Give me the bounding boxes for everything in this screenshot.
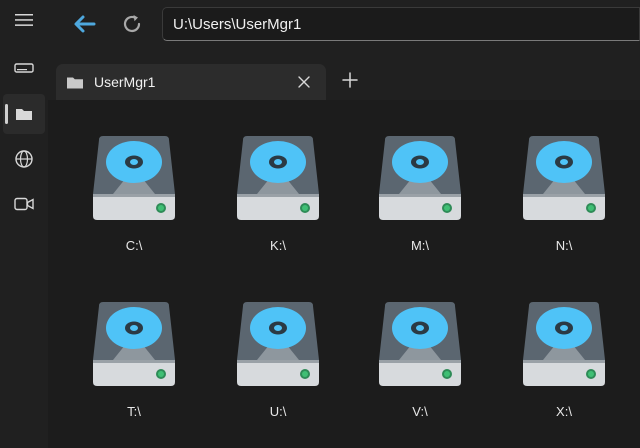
address-text: U:\Users\UserMgr1 [173, 15, 302, 33]
hard-drive-icon [379, 302, 461, 386]
hard-drive-icon [523, 136, 605, 220]
address-bar[interactable]: U:\Users\UserMgr1 [162, 7, 640, 41]
toolbar: U:\Users\UserMgr1 [48, 0, 640, 56]
refresh-button[interactable] [116, 8, 148, 40]
plus-icon[interactable] [340, 70, 360, 90]
drive-label: T:\ [127, 404, 141, 419]
drive-label: C:\ [125, 238, 143, 253]
hard-drive-icon [237, 302, 319, 386]
drive-tile[interactable]: X:\ [514, 300, 614, 440]
tab-label: UserMgr1 [94, 74, 156, 90]
hard-drive-icon [93, 302, 175, 386]
tab-usermgr1[interactable]: UserMgr1 [56, 64, 326, 100]
hard-drive-icon [523, 302, 605, 386]
refresh-icon [123, 15, 141, 33]
drive-tile[interactable]: M:\ [370, 134, 470, 274]
hard-drive-icon [93, 136, 175, 220]
drive-grid: C:\ K:\ M:\ N:\ T:\ U:\ V:\ X:\ [48, 100, 640, 448]
drive-label: V:\ [412, 404, 428, 419]
drive-label: U:\ [269, 404, 287, 419]
folder-icon [16, 109, 32, 120]
close-icon[interactable] [296, 74, 312, 90]
drive-tile[interactable]: V:\ [370, 300, 470, 440]
hamburger-menu-icon [15, 14, 33, 26]
drive-label: X:\ [556, 404, 572, 419]
hard-drive-icon [237, 136, 319, 220]
drive-icon [14, 63, 34, 73]
drive-label: K:\ [270, 238, 286, 253]
sidebar-item-video[interactable] [0, 184, 48, 224]
sidebar-item-files[interactable] [3, 94, 45, 134]
folder-icon [67, 77, 83, 88]
hard-drive-icon [379, 136, 461, 220]
drive-label: N:\ [555, 238, 573, 253]
drive-label: M:\ [410, 238, 430, 253]
sidebar-item-network[interactable] [0, 139, 48, 179]
drive-tile[interactable]: U:\ [228, 300, 328, 440]
back-button[interactable] [68, 8, 100, 40]
drive-tile[interactable]: T:\ [84, 300, 184, 440]
back-arrow-icon [74, 15, 96, 33]
drive-tile[interactable]: N:\ [514, 134, 614, 274]
sidebar-item-drives[interactable] [0, 48, 48, 88]
video-camera-icon [14, 197, 34, 211]
globe-icon [15, 150, 33, 168]
menu-button[interactable] [0, 0, 48, 40]
sidebar [0, 0, 48, 448]
drive-tile[interactable]: C:\ [84, 134, 184, 274]
drive-tile[interactable]: K:\ [228, 134, 328, 274]
tab-bar: UserMgr1 [48, 56, 640, 100]
